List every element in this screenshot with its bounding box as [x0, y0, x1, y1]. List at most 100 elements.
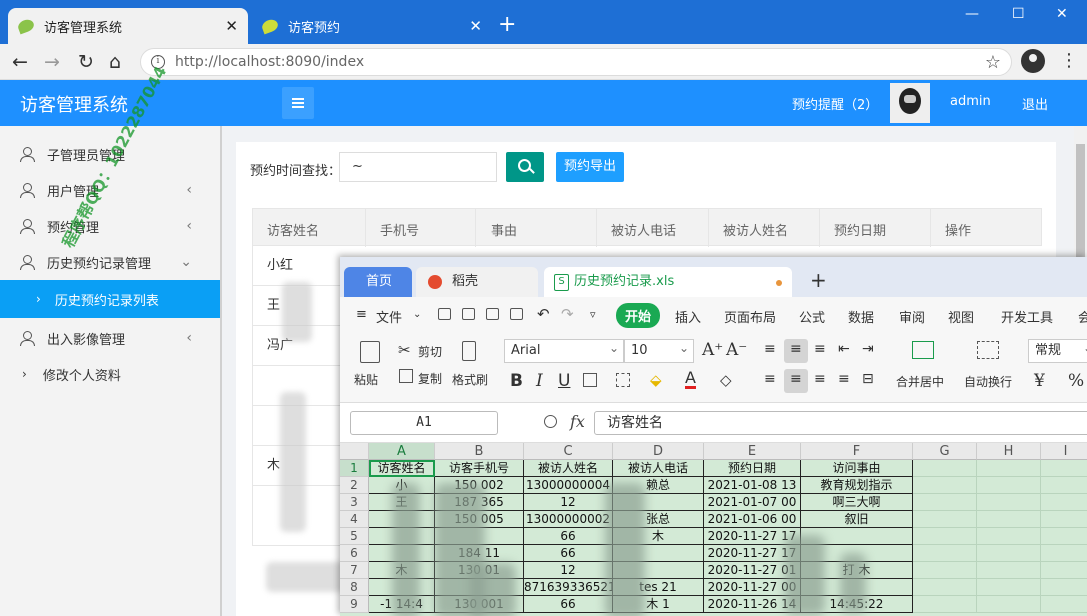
hamburger-menu-button[interactable]	[282, 87, 314, 119]
formula-input[interactable]: 访客姓名	[594, 411, 1087, 435]
row-header-3[interactable]: 3	[340, 494, 369, 511]
sheet-cell[interactable]: 2021-01-08 13	[704, 477, 801, 494]
sheet-cell[interactable]: 啊三大啊	[801, 494, 913, 511]
sheet-cell[interactable]	[913, 545, 977, 562]
name-box[interactable]: A1	[350, 411, 498, 435]
sheet-cell[interactable]	[913, 528, 977, 545]
sheet-cell[interactable]: 66	[524, 528, 613, 545]
select-all-corner[interactable]	[340, 443, 369, 460]
sheet-cell[interactable]	[1041, 460, 1087, 477]
chevron-down-icon[interactable]: ▿	[590, 308, 596, 321]
align-right-icon[interactable]: ≡	[814, 371, 826, 387]
format-painter-icon[interactable]	[462, 341, 476, 361]
sheet-cell[interactable]: 被访人电话	[613, 460, 704, 477]
wrap-text-icon[interactable]	[977, 341, 999, 359]
hamburger-icon[interactable]: ≡	[356, 307, 367, 322]
browser-tab-visitor-booking[interactable]: 访客预约 ✕	[252, 8, 492, 44]
sheet-cell[interactable]: 13000000004	[524, 477, 613, 494]
merge-center-button[interactable]: 合并居中	[896, 373, 944, 390]
menu-page-layout[interactable]: 页面布局	[724, 307, 776, 326]
sidebar-item-history[interactable]: 历史预约记录管理 ⌄	[0, 244, 220, 280]
sheet-cell[interactable]	[913, 460, 977, 477]
paste-button[interactable]: 粘贴	[354, 371, 378, 388]
justify-icon[interactable]: ≡	[838, 371, 850, 387]
cut-button[interactable]: 剪切	[418, 343, 442, 360]
scissors-icon[interactable]: ✂	[398, 341, 411, 359]
column-header-b[interactable]: B	[435, 443, 524, 460]
wps-tab-home[interactable]: 首页	[344, 267, 412, 297]
close-window-button[interactable]: ✕	[1056, 6, 1068, 22]
sheet-cell[interactable]	[1041, 579, 1087, 596]
copy-icon[interactable]	[399, 369, 413, 383]
italic-button[interactable]: I	[536, 371, 543, 391]
decrease-font-icon[interactable]: A⁻	[726, 340, 747, 360]
sheet-cell[interactable]	[913, 579, 977, 596]
sheet-cell[interactable]: 12	[524, 494, 613, 511]
menu-more[interactable]: 会	[1078, 307, 1087, 326]
font-family-select[interactable]: Arial	[504, 337, 624, 363]
menu-start[interactable]: 开始	[616, 303, 661, 328]
sheet-cell[interactable]: 8716393365212	[524, 579, 613, 596]
align-top-icon[interactable]: ≡	[764, 341, 776, 357]
column-header-g[interactable]: G	[913, 443, 977, 460]
search-button[interactable]	[506, 152, 544, 182]
booking-reminder-link[interactable]: 预约提醒（2）	[792, 94, 878, 113]
wrap-text-button[interactable]: 自动换行	[964, 373, 1012, 390]
username-link[interactable]: admin	[950, 94, 991, 109]
bold-button[interactable]: B	[510, 371, 523, 391]
underline-button[interactable]: U	[558, 371, 570, 391]
sheet-cell[interactable]	[1041, 511, 1087, 528]
new-tab-button[interactable]: +	[498, 14, 516, 36]
home-icon[interactable]: ⌂	[109, 50, 121, 74]
sheet-cell[interactable]: 2021-01-06 00	[704, 511, 801, 528]
sheet-cell[interactable]	[913, 494, 977, 511]
row-header-2[interactable]: 2	[340, 477, 369, 494]
sheet-cell[interactable]: 2021-01-07 00	[704, 494, 801, 511]
sheet-cell[interactable]	[1041, 545, 1087, 562]
export-button[interactable]: 预约导出	[556, 152, 624, 182]
menu-view[interactable]: 视图	[948, 307, 974, 326]
sheet-cell[interactable]	[1041, 596, 1087, 613]
sheet-cell[interactable]	[913, 511, 977, 528]
user-avatar[interactable]	[890, 83, 930, 123]
currency-button[interactable]: ¥	[1034, 371, 1045, 391]
column-header-e[interactable]: E	[704, 443, 801, 460]
profile-avatar-icon[interactable]	[1021, 49, 1045, 73]
browser-tab-visitor-system[interactable]: 访客管理系统 ✕	[8, 8, 248, 44]
column-header-a[interactable]: A	[369, 443, 435, 460]
sheet-cell[interactable]	[977, 579, 1041, 596]
increase-font-icon[interactable]: A⁺	[702, 340, 723, 360]
sheet-cell[interactable]: 访问事由	[801, 460, 913, 477]
sheet-cell[interactable]	[1041, 528, 1087, 545]
clipboard-icon[interactable]	[360, 341, 380, 363]
sheet-cell[interactable]	[977, 562, 1041, 579]
distribute-icon[interactable]: ⊟	[862, 371, 874, 387]
clear-format-icon[interactable]: ◇	[720, 371, 732, 389]
sheet-cell[interactable]: 叙旧	[801, 511, 913, 528]
font-color-icon[interactable]: A	[685, 369, 696, 389]
sheet-cell[interactable]	[977, 511, 1041, 528]
sheet-cell[interactable]	[1041, 494, 1087, 511]
print-preview-icon[interactable]	[510, 308, 523, 320]
sheet-cell[interactable]: 66	[524, 596, 613, 613]
sheet-cell[interactable]	[913, 477, 977, 494]
maximize-button[interactable]: ☐	[1012, 6, 1025, 22]
fx-icon[interactable]: fx	[570, 412, 585, 431]
sheet-cell[interactable]	[1041, 477, 1087, 494]
sidebar-item-profile[interactable]: › 修改个人资料	[0, 356, 220, 392]
close-tab-icon[interactable]: ✕	[225, 17, 238, 35]
row-header-9[interactable]: 9	[340, 596, 369, 613]
forward-arrow-icon[interactable]: →	[44, 50, 60, 74]
percent-button[interactable]: %	[1068, 371, 1084, 391]
sidebar-item-history-list[interactable]: › 历史预约记录列表	[0, 280, 220, 318]
reload-icon[interactable]: ↻	[78, 50, 94, 74]
column-header-i[interactable]: I	[1041, 443, 1087, 460]
font-size-select[interactable]: 10	[624, 337, 694, 363]
align-bottom-icon[interactable]: ≡	[814, 341, 826, 357]
logout-link[interactable]: 退出	[1022, 94, 1048, 113]
menu-data[interactable]: 数据	[848, 307, 874, 326]
align-left-icon[interactable]: ≡	[764, 371, 776, 387]
sheet-cell[interactable]	[977, 460, 1041, 477]
format-painter-button[interactable]: 格式刷	[452, 371, 488, 388]
menu-insert[interactable]: 插入	[675, 307, 701, 326]
